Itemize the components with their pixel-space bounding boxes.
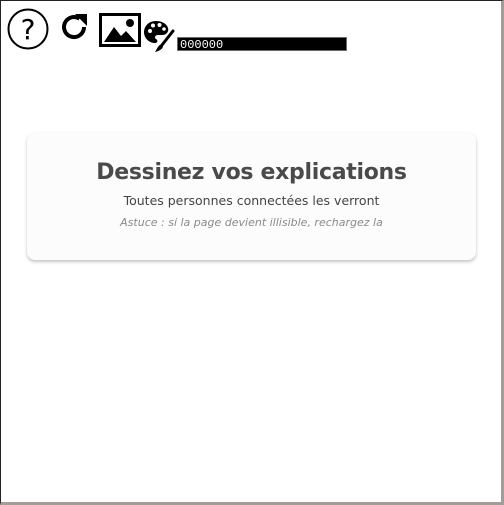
- toolbar: ? 000000: [1, 1, 501, 61]
- image-icon[interactable]: [99, 13, 141, 47]
- app-window: ? 000000 Dessinez vos explications Toute…: [0, 0, 504, 505]
- palette-brush-icon[interactable]: [143, 19, 175, 53]
- card-subtitle: Toutes personnes connectées les verront: [123, 193, 380, 208]
- color-hex-input[interactable]: 000000: [177, 37, 347, 52]
- card-title: Dessinez vos explications: [96, 160, 407, 185]
- help-icon[interactable]: ?: [7, 8, 49, 50]
- svg-text:?: ?: [21, 13, 36, 46]
- reload-icon[interactable]: [57, 10, 91, 44]
- info-card: Dessinez vos explications Toutes personn…: [27, 133, 476, 260]
- card-tip: Astuce : si la page devient illisible, r…: [120, 216, 383, 229]
